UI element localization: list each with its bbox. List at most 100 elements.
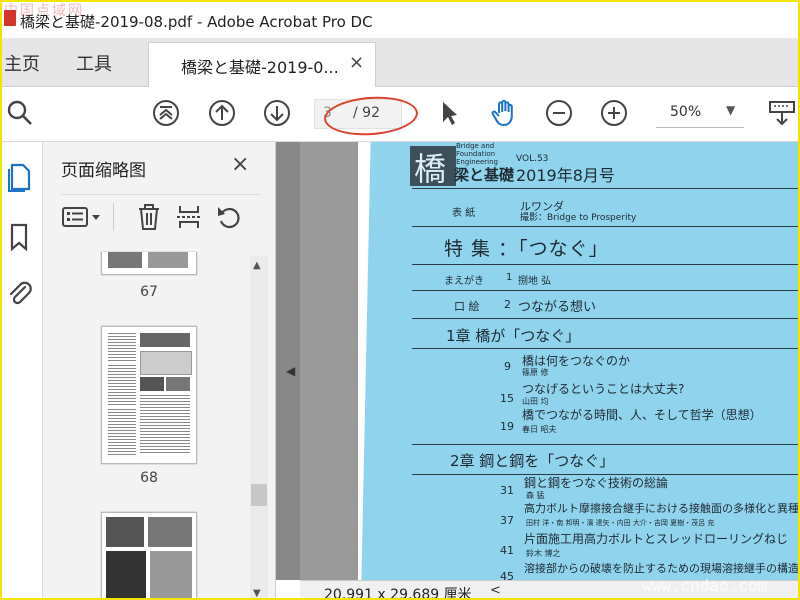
trash-icon bbox=[139, 204, 159, 230]
bookmarks-button[interactable] bbox=[6, 222, 34, 252]
tab-home[interactable]: 主页 bbox=[4, 50, 40, 76]
toc-entry-title: 鋼と鋼をつなぐ技術の総論 bbox=[524, 476, 669, 490]
divider bbox=[412, 188, 798, 189]
divider bbox=[412, 318, 798, 319]
chevron-down-icon: ▼ bbox=[726, 103, 736, 117]
divider bbox=[412, 444, 798, 445]
page-thumbnails-button[interactable] bbox=[6, 162, 34, 192]
pointer-arrow-icon bbox=[443, 102, 457, 125]
select-tool-button[interactable] bbox=[433, 97, 465, 129]
arrow-up-icon bbox=[209, 100, 235, 126]
toc-entry-author: 春日 昭夫 bbox=[522, 425, 557, 434]
thumbnail-label: 68 bbox=[140, 470, 158, 486]
delete-page-button[interactable] bbox=[135, 203, 163, 231]
pages-icon bbox=[8, 163, 31, 192]
feature-title: 特 集 ：「つなぐ」 bbox=[444, 238, 609, 260]
chapter-2-title: 2章 鋼と鋼を「つなぐ」 bbox=[450, 452, 615, 470]
issue-date: 2019年8月号 bbox=[516, 166, 615, 185]
tab-tools[interactable]: 工具 bbox=[76, 50, 112, 76]
hand-tool-button[interactable] bbox=[488, 97, 520, 129]
toc-entry-title: 溶接部からの破壊を防止するための現場溶接継手の構造 bbox=[524, 562, 799, 575]
rotate-page-button[interactable] bbox=[215, 203, 243, 231]
toc-page-number: 15 bbox=[500, 392, 514, 405]
attachments-button[interactable] bbox=[6, 278, 34, 308]
find-button[interactable] bbox=[4, 97, 36, 129]
divider bbox=[412, 348, 798, 349]
logo-small-text: Bridge and Foundation Engineering bbox=[456, 142, 498, 166]
kuchie-title: つながる想い bbox=[518, 300, 597, 315]
kuchie-label: 口 絵 bbox=[454, 300, 480, 313]
document-tab-label: 橋梁と基礎-2019-0... bbox=[181, 58, 339, 77]
thumbnail-tools bbox=[61, 194, 261, 239]
page-cut-icon bbox=[177, 206, 201, 228]
cover-label: 表 紙 bbox=[452, 208, 476, 219]
page-dimensions: 20.991 x 29.689 厘米 bbox=[324, 587, 472, 600]
plus-circle-icon bbox=[601, 100, 627, 126]
toc-entry-author: 篠原 修 bbox=[522, 368, 549, 377]
divider bbox=[412, 290, 798, 291]
app-window: 中国点域网 橋梁と基礎-2019-08.pdf - Adobe Acrobat … bbox=[0, 0, 800, 600]
keyboard-download-icon bbox=[769, 101, 795, 126]
toc-entry-title: 高力ボルト摩擦接合継手における接触面の多様化と異種接 bbox=[524, 502, 800, 515]
kuchie-page: 2 bbox=[504, 298, 511, 311]
bookmark-icon bbox=[10, 223, 28, 252]
panel-title: 页面缩略图 bbox=[61, 161, 146, 181]
zoom-in-button[interactable] bbox=[598, 97, 630, 129]
divider bbox=[412, 264, 798, 265]
preface-label: まえがき bbox=[444, 276, 484, 287]
paperclip-icon bbox=[9, 281, 32, 305]
more-tools-button[interactable] bbox=[766, 97, 798, 129]
toc-entry-author: 田村 洋・南 邦明・濱 達矢・内田 大介・吉岡 夏樹・茂呂 充 bbox=[526, 519, 715, 527]
thumbnail-page-67[interactable] bbox=[101, 252, 197, 275]
thumbnail-page-69[interactable] bbox=[101, 512, 197, 598]
first-page-button[interactable] bbox=[150, 97, 182, 129]
list-options-icon bbox=[62, 207, 100, 227]
chevron-down-icon[interactable]: ▼ bbox=[253, 588, 261, 598]
cover-credit: 撮影：Bridge to Prosperity bbox=[520, 213, 637, 223]
toc-page-number: 19 bbox=[500, 420, 514, 433]
thumbnail-page-68[interactable] bbox=[101, 326, 197, 464]
options-menu-button[interactable] bbox=[61, 203, 103, 231]
chevron-up-icon[interactable]: ▲ bbox=[253, 260, 261, 271]
page-margin bbox=[300, 142, 360, 582]
window-title: 橋梁と基礎-2019-08.pdf - Adobe Acrobat Pro DC bbox=[20, 13, 373, 31]
tool-divider bbox=[113, 203, 114, 231]
logo-rest: 梁と基礎 bbox=[454, 166, 515, 184]
close-tab-icon[interactable]: × bbox=[349, 52, 364, 73]
arrow-down-icon bbox=[264, 100, 290, 126]
rotate-icon bbox=[218, 207, 240, 229]
chapter-1-title: 1章 橋が「つなぐ」 bbox=[446, 327, 581, 345]
previous-page-button[interactable] bbox=[206, 97, 238, 129]
scrollbar-thumb[interactable] bbox=[251, 484, 267, 506]
close-panel-icon[interactable]: × bbox=[231, 152, 249, 177]
navigation-rail bbox=[2, 142, 43, 598]
logo-character: 橋 bbox=[414, 150, 447, 188]
first-page-icon bbox=[153, 100, 179, 126]
scroll-left-icon[interactable]: < bbox=[490, 583, 501, 598]
zoom-level-dropdown[interactable]: 50% ▼ bbox=[656, 99, 744, 128]
collapse-panel-icon[interactable]: ◀ bbox=[286, 364, 295, 378]
pdf-page[interactable]: 橋 Bridge and Foundation Engineering 梁と基礎… bbox=[358, 142, 800, 582]
extract-page-button[interactable] bbox=[175, 203, 203, 231]
next-page-button[interactable] bbox=[261, 97, 293, 129]
toc-entry-title: つなげるということは大丈夫? bbox=[522, 382, 685, 396]
minus-circle-icon bbox=[546, 100, 572, 126]
preface-page: 1 bbox=[506, 272, 513, 283]
divider bbox=[412, 226, 798, 227]
thumbnail-scrollbar[interactable]: ▲ ▼ bbox=[250, 256, 268, 598]
hand-icon bbox=[491, 99, 513, 126]
toc-page-number: 37 bbox=[500, 514, 514, 527]
toc-page-number: 31 bbox=[500, 484, 514, 497]
zoom-value: 50% bbox=[670, 104, 702, 120]
toc-page-number: 41 bbox=[500, 544, 514, 557]
tab-document[interactable]: 橋梁と基礎-2019-0... × bbox=[148, 42, 376, 87]
watermark-bottom: www.cndao.com bbox=[642, 576, 768, 595]
toc-entry-author: 鈴木 博之 bbox=[526, 549, 561, 558]
preface-author: 捌地 弘 bbox=[518, 276, 552, 287]
title-bar: 中国点域网 橋梁と基礎-2019-08.pdf - Adobe Acrobat … bbox=[2, 2, 798, 38]
zoom-out-button[interactable] bbox=[543, 97, 575, 129]
tab-bar: 主页 工具 橋梁と基礎-2019-0... × bbox=[2, 38, 798, 87]
thumbnail-label: 67 bbox=[140, 284, 158, 300]
toc-page-number: 9 bbox=[504, 360, 511, 373]
magnifier-icon bbox=[7, 100, 32, 125]
